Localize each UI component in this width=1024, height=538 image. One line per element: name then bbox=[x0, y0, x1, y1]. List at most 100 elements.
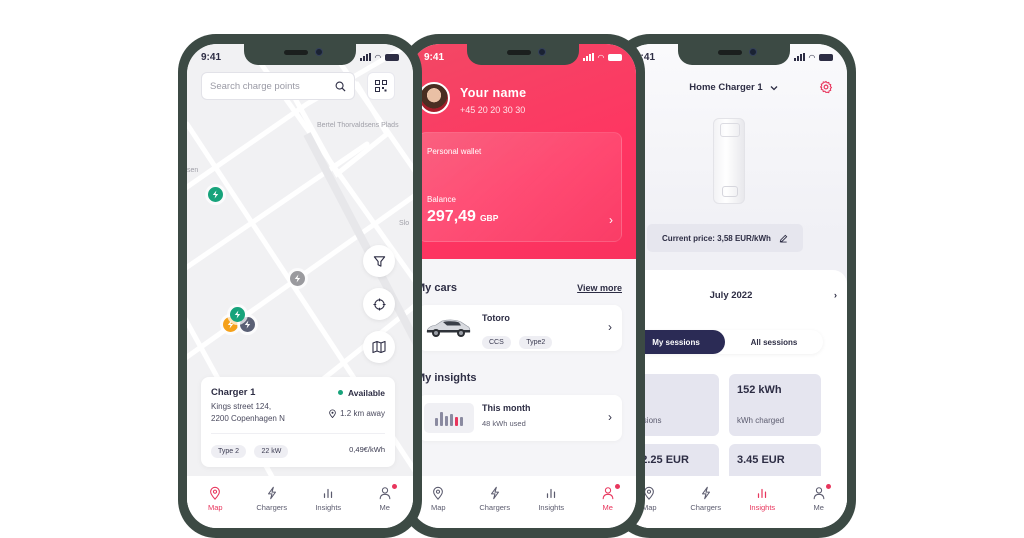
bottom-tab-bar: Map Chargers Insights Me bbox=[187, 476, 413, 528]
charger-name: Home Charger 1 bbox=[689, 82, 763, 93]
tab-me[interactable]: Me bbox=[361, 484, 409, 512]
current-price-pill[interactable]: Current price: 3,58 EUR/kWh bbox=[647, 224, 803, 252]
stat-label: kWh charged bbox=[737, 416, 785, 425]
map-pin-icon bbox=[210, 486, 221, 500]
tab-insights[interactable]: Insights bbox=[527, 486, 575, 512]
lightning-icon bbox=[490, 486, 499, 500]
lightning-icon bbox=[294, 274, 301, 283]
phone-me: Your name +45 20 20 30 30 Personal walle… bbox=[401, 34, 645, 538]
tab-me[interactable]: Me bbox=[795, 484, 843, 512]
user-icon bbox=[813, 487, 825, 500]
personal-wallet-card[interactable]: Personal wallet Balance 297,49 GBP › bbox=[418, 132, 622, 242]
avatar[interactable] bbox=[418, 82, 450, 114]
charger-pin-available[interactable] bbox=[208, 187, 223, 202]
tab-map[interactable]: Map bbox=[191, 486, 239, 512]
lightning-icon bbox=[212, 190, 219, 199]
qr-scan-button[interactable] bbox=[367, 72, 395, 100]
me-screen: Your name +45 20 20 30 30 Personal walle… bbox=[410, 44, 636, 528]
tab-label: Me bbox=[813, 503, 824, 512]
tab-label: Chargers bbox=[479, 503, 511, 512]
insights-title: This month bbox=[482, 403, 531, 413]
car-card[interactable]: Totoro CCS Type2 › bbox=[418, 305, 622, 351]
status-time: 9:41 bbox=[201, 51, 222, 63]
charger-address: Kings street 124, 2200 Copenhagen N bbox=[211, 401, 285, 425]
connector-chips: CCS Type2 bbox=[482, 331, 556, 349]
status-bar: 9:41 ◠ bbox=[635, 50, 833, 64]
status-time: 9:41 bbox=[424, 51, 445, 63]
chevron-down-icon bbox=[770, 85, 778, 90]
chevron-right-icon: › bbox=[608, 410, 612, 424]
bar-chart-icon bbox=[547, 488, 556, 498]
view-more-link[interactable]: View more bbox=[577, 283, 622, 293]
balance-amount: 297,49 GBP bbox=[427, 208, 498, 226]
tab-chargers[interactable]: Chargers bbox=[471, 486, 519, 512]
next-month-button[interactable]: › bbox=[834, 290, 837, 301]
stat-value: 152 kWh bbox=[737, 384, 782, 396]
phone-map: 9:41 ◠ Search charge points Bertel Thorv… bbox=[178, 34, 422, 538]
tab-insights[interactable]: Insights bbox=[738, 486, 786, 512]
insights-screen: 9:41 ◠ ← Home Charger 1 Current price: 3… bbox=[621, 44, 847, 528]
notification-dot bbox=[614, 484, 620, 489]
car-image bbox=[426, 319, 471, 337]
phone-insights: 9:41 ◠ ← Home Charger 1 Current price: 3… bbox=[612, 34, 856, 538]
search-input[interactable]: Search charge points bbox=[201, 72, 355, 100]
balance-currency: GBP bbox=[479, 213, 499, 223]
current-price-text: Current price: 3,58 EUR/kWh bbox=[662, 233, 771, 243]
wifi-icon: ◠ bbox=[808, 52, 815, 62]
bottom-tab-bar: Map Chargers Insights Me bbox=[621, 476, 847, 528]
tab-all-sessions[interactable]: All sessions bbox=[725, 330, 823, 354]
bar-chart-icon bbox=[324, 488, 333, 498]
map-layers-button[interactable] bbox=[363, 331, 395, 363]
edit-pencil-icon[interactable] bbox=[779, 234, 788, 243]
tab-me[interactable]: Me bbox=[584, 484, 632, 512]
tab-insights[interactable]: Insights bbox=[304, 486, 352, 512]
map-label-left: sen bbox=[187, 167, 199, 174]
battery-icon bbox=[819, 53, 833, 61]
tab-label: Insights bbox=[749, 503, 776, 512]
map-icon bbox=[372, 340, 386, 354]
wifi-icon: ◠ bbox=[597, 52, 604, 62]
chip-connector-type: Type 2 bbox=[211, 445, 247, 458]
charger-price: 0,49€/kWh bbox=[349, 444, 385, 454]
filter-icon bbox=[373, 255, 385, 267]
search-placeholder: Search charge points bbox=[210, 80, 300, 92]
insights-card[interactable]: This month 48 kWh used › bbox=[418, 395, 622, 441]
chip-power: 22 kW bbox=[254, 445, 289, 458]
location-pin-icon bbox=[329, 409, 336, 418]
tab-label: Map bbox=[430, 503, 446, 512]
bar-chart-icon bbox=[758, 488, 767, 498]
tab-chargers[interactable]: Chargers bbox=[248, 486, 296, 512]
chip: Type2 bbox=[519, 336, 553, 349]
gear-icon[interactable] bbox=[819, 80, 833, 94]
stat-card-kwh: 152 kWh kWh charged bbox=[729, 374, 821, 436]
insights-subtitle: 48 kWh used bbox=[482, 419, 526, 428]
user-icon bbox=[379, 487, 391, 500]
charger-device-image bbox=[713, 118, 745, 204]
balance-label: Balance bbox=[427, 195, 456, 204]
month-navigator: ‹ July 2022 › bbox=[621, 290, 847, 301]
mini-bar-chart-icon bbox=[424, 403, 474, 433]
charger-pin-available[interactable] bbox=[230, 307, 245, 322]
charger-pin-offline[interactable] bbox=[290, 271, 305, 286]
charger-title: Charger 1 bbox=[211, 387, 256, 398]
my-insights-title: My insights bbox=[416, 372, 477, 384]
tab-chargers[interactable]: Chargers bbox=[682, 486, 730, 512]
chevron-right-icon: › bbox=[609, 213, 613, 227]
divider bbox=[211, 433, 385, 434]
locate-me-button[interactable] bbox=[363, 288, 395, 320]
status-dot bbox=[337, 390, 343, 395]
distance: 1.2 km away bbox=[328, 401, 385, 425]
address-line-2: 2200 Copenhagen N bbox=[211, 414, 285, 423]
charger-selector[interactable]: Home Charger 1 bbox=[621, 82, 847, 93]
signal-icon bbox=[793, 53, 805, 61]
charger-detail-card[interactable]: Charger 1 Available Kings street 124, 22… bbox=[201, 377, 395, 467]
filter-button[interactable] bbox=[363, 245, 395, 277]
lightning-icon bbox=[244, 320, 251, 329]
chevron-right-icon: › bbox=[608, 320, 612, 334]
search-icon[interactable] bbox=[335, 81, 346, 92]
tab-label: Me bbox=[602, 503, 613, 512]
month-label: July 2022 bbox=[709, 290, 753, 301]
map-label-plaza: Bertel Thorvaldsens Plads bbox=[317, 122, 399, 129]
wifi-icon: ◠ bbox=[374, 52, 381, 62]
wallet-label: Personal wallet bbox=[427, 147, 482, 156]
